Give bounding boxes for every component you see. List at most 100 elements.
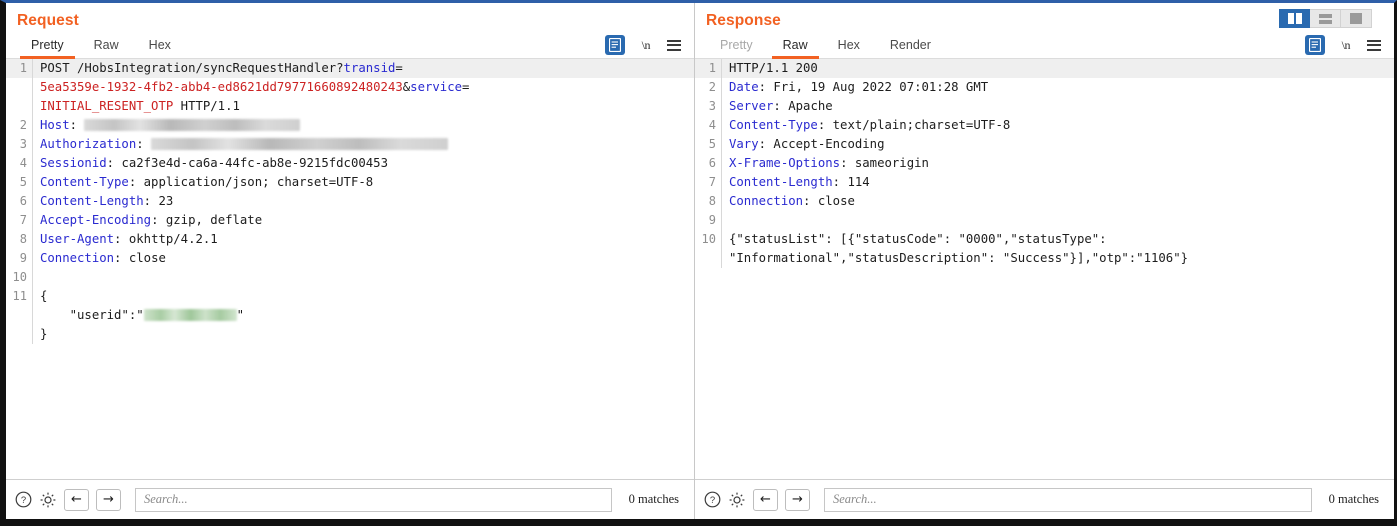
- search-next-button[interactable]: →: [785, 488, 810, 511]
- line-number: 8: [6, 230, 33, 249]
- line-number: 5: [695, 135, 722, 154]
- search-prev-button[interactable]: ←: [753, 488, 778, 511]
- tab-response-render[interactable]: Render: [875, 35, 946, 58]
- rows-icon: [1318, 13, 1332, 24]
- line-content: Date: Fri, 19 Aug 2022 07:01:28 GMT: [729, 80, 989, 94]
- columns-icon: [1287, 13, 1302, 24]
- code-line: 5 Content-Type: application/json; charset…: [6, 173, 694, 192]
- tab-response-pretty[interactable]: Pretty: [705, 35, 768, 58]
- line-content: [722, 211, 1394, 230]
- code-line: 4 Sessionid: ca2f3e4d-ca6a-44fc-ab8e-9215…: [6, 154, 694, 173]
- code-line: "userid":" ": [6, 306, 694, 325]
- line-content: X-Frame-Options: sameorigin: [729, 156, 929, 170]
- single-pane-layout-button[interactable]: [1341, 9, 1372, 28]
- code-line: 10: [6, 268, 694, 287]
- tab-request-raw[interactable]: Raw: [79, 35, 134, 58]
- code-line: 4 Content-Type: text/plain;charset=UTF-8: [695, 116, 1394, 135]
- line-content: 5ea5359e-1932-4fb2-abb4-ed8621dd79771660…: [40, 80, 470, 94]
- code-line: 5 Vary: Accept-Encoding: [695, 135, 1394, 154]
- line-number: 6: [6, 192, 33, 211]
- line-number: 3: [6, 135, 33, 154]
- svg-text:?: ?: [710, 495, 715, 506]
- redacted-value: [84, 119, 301, 131]
- response-search-input[interactable]: [824, 487, 1312, 512]
- line-content: Content-Type: text/plain;charset=UTF-8: [729, 118, 1011, 132]
- line-number: 2: [6, 116, 33, 135]
- document-wrap-icon[interactable]: [1304, 35, 1325, 55]
- line-content: Accept-Encoding: gzip, deflate: [40, 213, 263, 227]
- response-pane: Response Pretty Raw Hex Render \n 1 HTTP…: [695, 3, 1394, 519]
- code-line: 8 User-Agent: okhttp/4.2.1: [6, 230, 694, 249]
- line-content: {: [40, 289, 48, 303]
- burp-repeater-window: Request Pretty Raw Hex \n 1 POST /HobsIn…: [0, 0, 1397, 526]
- tab-request-hex[interactable]: Hex: [134, 35, 186, 58]
- help-circle-icon[interactable]: ?: [704, 491, 721, 508]
- code-line: 1 HTTP/1.1 200: [695, 59, 1394, 78]
- line-number: 1: [695, 59, 722, 78]
- request-editor[interactable]: 1 POST /HobsIntegration/syncRequestHandle…: [6, 59, 694, 479]
- code-line: 8 Connection: close: [695, 192, 1394, 211]
- svg-text:?: ?: [21, 495, 26, 506]
- code-line: 3 Authorization:: [6, 135, 694, 154]
- line-number: [6, 325, 33, 344]
- hamburger-menu-icon[interactable]: [667, 39, 681, 51]
- stacked-layout-button[interactable]: [1310, 9, 1341, 28]
- line-content: }: [40, 327, 48, 341]
- line-number: 11: [6, 287, 33, 306]
- response-editor[interactable]: 1 HTTP/1.1 200 2 Date: Fri, 19 Aug 2022 07:…: [695, 59, 1394, 479]
- code-line: 2 Date: Fri, 19 Aug 2022 07:01:28 GMT: [695, 78, 1394, 97]
- newline-toggle-icon[interactable]: \n: [1342, 38, 1351, 53]
- line-content: INITIAL_RESENT_OTP HTTP/1.1: [40, 99, 240, 113]
- redacted-value: [143, 309, 237, 321]
- line-number: 9: [695, 211, 722, 230]
- help-circle-icon[interactable]: ?: [15, 491, 32, 508]
- code-line: 6 X-Frame-Options: sameorigin: [695, 154, 1394, 173]
- code-line: }: [6, 325, 694, 344]
- line-number: 10: [6, 268, 33, 287]
- side-by-side-layout-button[interactable]: [1279, 9, 1310, 28]
- line-content: "Informational","statusDescription": "Su…: [729, 251, 1189, 265]
- line-number: 7: [695, 173, 722, 192]
- tab-request-pretty[interactable]: Pretty: [16, 35, 79, 59]
- line-number: [6, 78, 33, 97]
- response-match-count: 0 matches: [1328, 492, 1379, 506]
- response-tools: \n: [1304, 35, 1381, 55]
- request-footer: ? ← → 0 matches: [6, 479, 694, 519]
- line-content: POST /HobsIntegration/syncRequestHandler…: [33, 59, 694, 78]
- search-prev-button[interactable]: ←: [64, 488, 89, 511]
- line-content: Sessionid: ca2f3e4d-ca6a-44fc-ab8e-9215f…: [40, 156, 388, 170]
- line-content: Vary: Accept-Encoding: [729, 137, 885, 151]
- line-number: 4: [695, 116, 722, 135]
- search-next-button[interactable]: →: [96, 488, 121, 511]
- newline-toggle-icon[interactable]: \n: [642, 38, 651, 53]
- line-content: Host:: [33, 116, 694, 135]
- line-number: 7: [6, 211, 33, 230]
- gear-icon[interactable]: [728, 491, 746, 509]
- tab-response-hex[interactable]: Hex: [823, 35, 875, 58]
- line-content: Connection: close: [729, 194, 855, 208]
- line-number: 6: [695, 154, 722, 173]
- hamburger-menu-icon[interactable]: [1367, 39, 1381, 51]
- line-number: 2: [695, 78, 722, 97]
- code-line: 7 Content-Length: 114: [695, 173, 1394, 192]
- tab-response-raw[interactable]: Raw: [768, 35, 823, 59]
- code-line: "Informational","statusDescription": "Su…: [695, 249, 1394, 268]
- line-number: 3: [695, 97, 722, 116]
- line-content: HTTP/1.1 200: [722, 59, 1394, 78]
- line-content: Content-Length: 23: [40, 194, 174, 208]
- redacted-value: [151, 138, 449, 150]
- line-number: 8: [695, 192, 722, 211]
- line-number: 10: [695, 230, 722, 249]
- code-line: 11 {: [6, 287, 694, 306]
- line-number: 9: [6, 249, 33, 268]
- request-match-count: 0 matches: [628, 492, 679, 506]
- code-line: INITIAL_RESENT_OTP HTTP/1.1: [6, 97, 694, 116]
- gear-icon[interactable]: [39, 491, 57, 509]
- code-line: 6 Content-Length: 23: [6, 192, 694, 211]
- document-wrap-icon[interactable]: [604, 35, 625, 55]
- layout-toggle-group: [1279, 9, 1372, 28]
- line-content: User-Agent: okhttp/4.2.1: [40, 232, 218, 246]
- square-icon: [1350, 13, 1362, 24]
- line-number: [695, 249, 722, 268]
- request-search-input[interactable]: [135, 487, 612, 512]
